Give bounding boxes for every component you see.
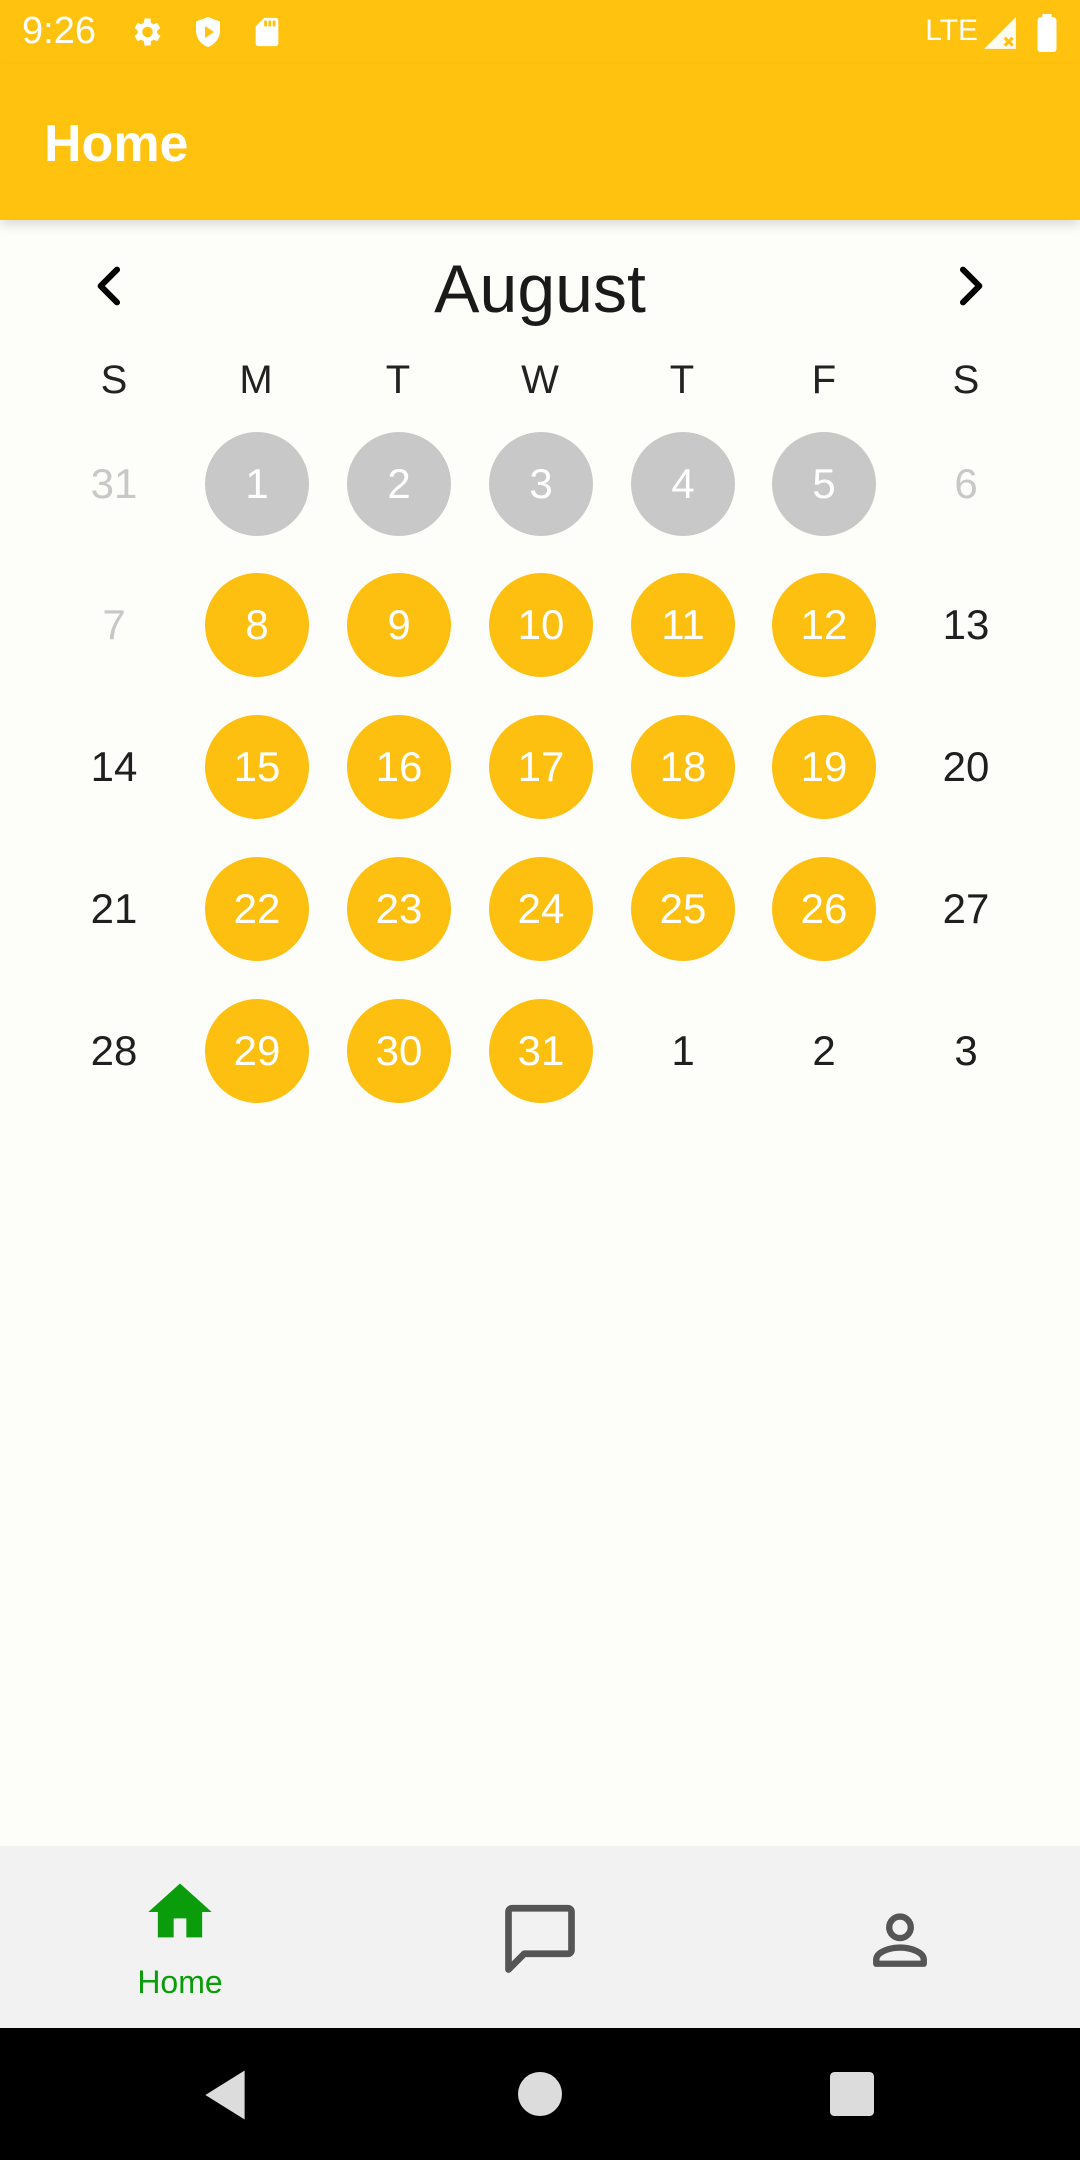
shield-icon xyxy=(190,14,226,55)
nav-messages[interactable] xyxy=(360,1846,720,2028)
status-time: 9:26 xyxy=(22,10,96,52)
calendar-day[interactable]: 2 xyxy=(347,432,451,536)
calendar-day[interactable]: 16 xyxy=(347,715,451,819)
calendar-day[interactable]: 30 xyxy=(347,999,451,1103)
calendar-day[interactable]: 28 xyxy=(62,999,166,1103)
weekday-label: F xyxy=(811,358,837,402)
calendar-day[interactable]: 31 xyxy=(62,432,166,536)
calendar-day[interactable]: 21 xyxy=(62,857,166,961)
month-header: August xyxy=(0,250,1080,330)
nav-home-label: Home xyxy=(137,1964,223,2000)
signal-icon xyxy=(980,14,1020,57)
weekday-label: S xyxy=(100,358,128,402)
calendar-day[interactable]: 8 xyxy=(205,573,309,677)
weekday-label: W xyxy=(521,358,559,402)
chevron-right-icon xyxy=(959,266,983,306)
calendar-day[interactable]: 26 xyxy=(772,857,876,961)
calendar-day[interactable]: 25 xyxy=(631,857,735,961)
chevron-left-icon xyxy=(97,266,121,306)
calendar-day[interactable]: 23 xyxy=(347,857,451,961)
calendar-day[interactable]: 27 xyxy=(914,857,1018,961)
calendar-day[interactable]: 3 xyxy=(914,999,1018,1103)
calendar-day[interactable]: 2 xyxy=(772,999,876,1103)
system-navigation-bar xyxy=(0,2028,1080,2160)
calendar-day[interactable]: 19 xyxy=(772,715,876,819)
calendar-day[interactable]: 14 xyxy=(62,715,166,819)
bottom-navigation: Home xyxy=(0,1846,1080,2028)
calendar-day[interactable]: 13 xyxy=(914,573,1018,677)
calendar-day[interactable]: 24 xyxy=(489,857,593,961)
battery-icon xyxy=(1036,14,1058,57)
calendar-day[interactable]: 5 xyxy=(772,432,876,536)
calendar-day[interactable]: 12 xyxy=(772,573,876,677)
calendar-day[interactable]: 31 xyxy=(489,999,593,1103)
network-type: LTE xyxy=(925,14,978,47)
calendar-day[interactable]: 1 xyxy=(631,999,735,1103)
home-icon xyxy=(148,1883,212,1938)
weekday-label: T xyxy=(385,358,411,402)
settings-icon xyxy=(128,14,164,55)
calendar-day[interactable]: 1 xyxy=(205,432,309,536)
nav-profile[interactable] xyxy=(720,1846,1080,2028)
calendar-day[interactable]: 7 xyxy=(62,573,166,677)
calendar-day[interactable]: 4 xyxy=(631,432,735,536)
recents-square-icon[interactable] xyxy=(830,2072,874,2116)
calendar-day[interactable]: 17 xyxy=(489,715,593,819)
profile-icon xyxy=(873,1913,927,1967)
weekday-label: T xyxy=(669,358,695,402)
calendar-day[interactable]: 11 xyxy=(631,573,735,677)
chat-icon xyxy=(505,1904,575,1973)
back-icon[interactable] xyxy=(200,2068,250,2122)
next-month-button[interactable] xyxy=(942,258,998,314)
month-title: August xyxy=(434,251,646,327)
weekday-label: S xyxy=(952,358,980,402)
weekday-label: M xyxy=(239,358,273,402)
previous-month-button[interactable] xyxy=(82,258,138,314)
calendar-day[interactable]: 9 xyxy=(347,573,451,677)
calendar-day[interactable]: 3 xyxy=(489,432,593,536)
calendar-day[interactable]: 15 xyxy=(205,715,309,819)
home-circle-icon[interactable] xyxy=(518,2072,562,2116)
calendar-day[interactable]: 20 xyxy=(914,715,1018,819)
page-title: Home xyxy=(44,115,189,173)
calendar-day[interactable]: 22 xyxy=(205,857,309,961)
calendar-day[interactable]: 29 xyxy=(205,999,309,1103)
calendar-day[interactable]: 18 xyxy=(631,715,735,819)
calendar-day[interactable]: 10 xyxy=(489,573,593,677)
sd-card-icon xyxy=(250,14,284,55)
status-bar: 9:26 LTE xyxy=(0,0,1080,64)
app-bar: Home xyxy=(0,64,1080,220)
calendar-day[interactable]: 6 xyxy=(914,432,1018,536)
nav-home[interactable]: Home xyxy=(0,1846,360,2028)
